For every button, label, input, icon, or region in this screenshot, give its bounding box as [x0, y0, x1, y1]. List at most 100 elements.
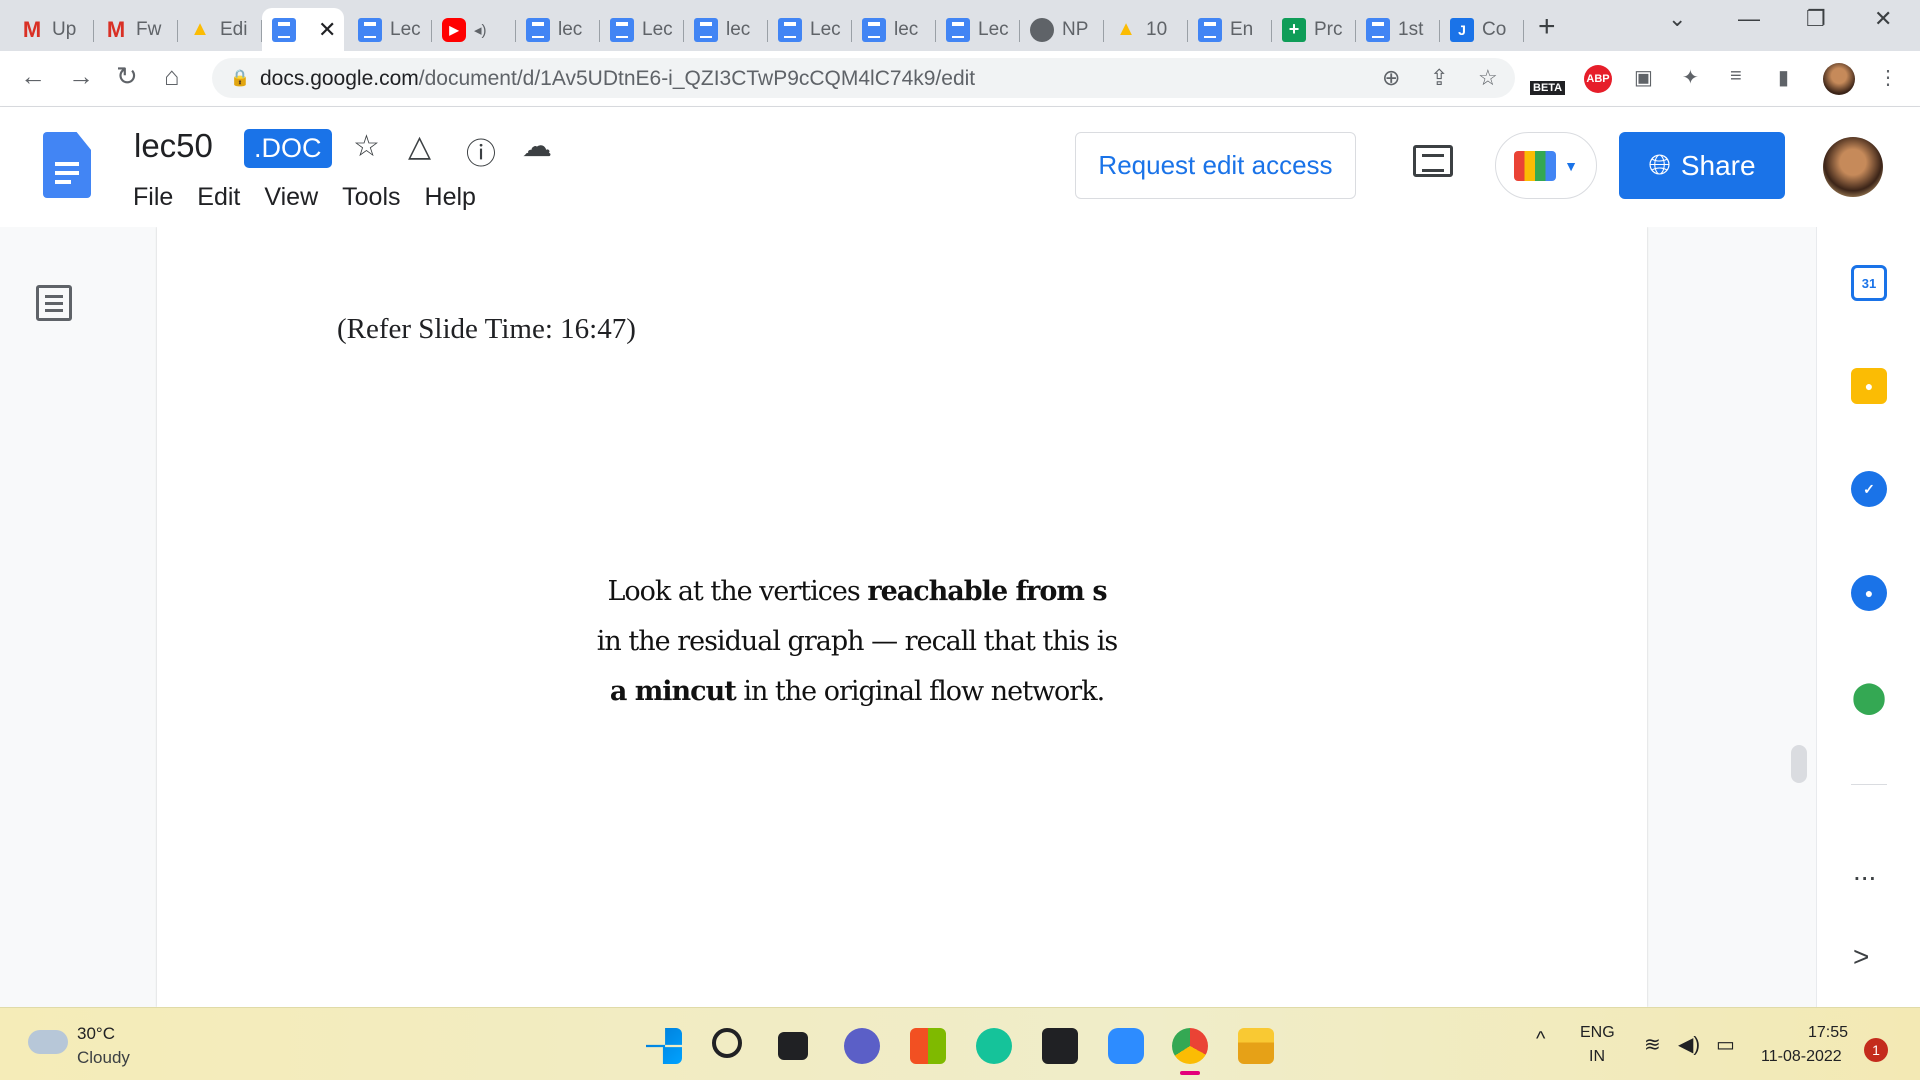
close-tab-icon[interactable]: ✕: [318, 17, 336, 43]
notification-badge[interactable]: 1: [1864, 1038, 1888, 1062]
grammarly-icon[interactable]: [976, 1028, 1012, 1064]
browser-tab[interactable]: NP: [1020, 8, 1104, 51]
menu-tools[interactable]: Tools: [342, 183, 400, 212]
scrollbar-thumb[interactable]: [1791, 745, 1807, 783]
media-control-icon[interactable]: ≡: [1730, 65, 1742, 88]
browser-tab[interactable]: ✕: [262, 8, 344, 51]
star-icon[interactable]: ☆: [353, 129, 380, 164]
slide-text-line: in the residual graph — recall that this…: [547, 617, 1167, 667]
clock-date[interactable]: 11-08-2022: [1761, 1048, 1842, 1066]
google-tasks-icon[interactable]: ✓: [1851, 471, 1887, 507]
new-tab-button[interactable]: +: [1538, 10, 1556, 44]
weather-description[interactable]: Cloudy: [77, 1048, 130, 1068]
document-title[interactable]: lec50: [134, 127, 213, 165]
more-addons-icon[interactable]: ...: [1853, 855, 1876, 887]
menu-help[interactable]: Help: [425, 183, 476, 212]
clock-time[interactable]: 17:55: [1808, 1024, 1848, 1042]
comments-icon[interactable]: [1413, 145, 1453, 177]
expand-panel-icon[interactable]: >: [1853, 941, 1869, 973]
windows-start-icon[interactable]: [646, 1028, 682, 1064]
browser-tab[interactable]: J Co: [1440, 8, 1524, 51]
share-page-icon[interactable]: ⇪: [1430, 65, 1448, 91]
restore-button[interactable]: ❐: [1806, 6, 1826, 32]
browser-tab[interactable]: M Up: [10, 8, 94, 51]
browser-tab[interactable]: ▶ ◂): [432, 8, 516, 51]
minimize-button[interactable]: —: [1738, 6, 1760, 32]
browser-tab[interactable]: Lec: [348, 8, 432, 51]
browser-tab[interactable]: 1st: [1356, 8, 1440, 51]
google-contacts-icon[interactable]: ●: [1851, 575, 1887, 611]
document-outline-icon[interactable]: [36, 285, 72, 321]
teams-chat-icon[interactable]: [844, 1028, 880, 1064]
menu-file[interactable]: File: [133, 183, 173, 212]
browser-tab[interactable]: Lec: [600, 8, 684, 51]
wifi-icon[interactable]: ≋: [1644, 1032, 1661, 1057]
beta-extension-badge[interactable]: BETA: [1530, 81, 1566, 95]
browser-tab[interactable]: lec: [516, 8, 600, 51]
sticky-notes-icon[interactable]: [1042, 1028, 1078, 1064]
weather-temperature[interactable]: 30°C: [77, 1024, 115, 1044]
microsoft-store-icon[interactable]: [910, 1028, 946, 1064]
account-avatar[interactable]: [1823, 137, 1883, 197]
reload-icon[interactable]: ↻: [116, 61, 138, 92]
chevron-down-icon: ▼: [1564, 157, 1578, 174]
cloud-status-icon[interactable]: ☁: [522, 129, 552, 164]
tab-search-icon[interactable]: ⌄: [1668, 6, 1686, 32]
extensions-puzzle-icon[interactable]: ✦: [1682, 65, 1699, 90]
chrome-icon[interactable]: [1172, 1028, 1208, 1064]
show-hidden-icons-icon[interactable]: ^: [1536, 1028, 1545, 1051]
document-info-icon[interactable]: ⓘ: [466, 129, 496, 173]
side-panel-divider: [1851, 784, 1887, 785]
address-bar[interactable]: 🔒 docs.google.com/document/d/1Av5UDtnE6-…: [212, 58, 1515, 98]
screen-capture-extension-icon[interactable]: ▣: [1634, 65, 1653, 90]
google-drive-icon: ▲: [1116, 18, 1136, 40]
file-explorer-icon[interactable]: [1238, 1028, 1274, 1064]
browser-tab[interactable]: + Prc: [1272, 8, 1356, 51]
browser-tab[interactable]: M Fw: [94, 8, 178, 51]
google-keep-icon[interactable]: ●: [1851, 368, 1887, 404]
back-icon[interactable]: ←: [20, 61, 46, 92]
google-docs-logo-icon[interactable]: [43, 132, 91, 198]
home-icon[interactable]: ⌂: [164, 61, 180, 92]
battery-icon[interactable]: ▭: [1716, 1032, 1735, 1057]
slide-text-run: in the original flow network.: [735, 676, 1105, 707]
browser-tab[interactable]: Lec: [936, 8, 1020, 51]
profile-avatar[interactable]: [1823, 63, 1855, 95]
language-indicator-bottom[interactable]: IN: [1589, 1048, 1605, 1066]
tab-separator: [1523, 20, 1524, 42]
url-text[interactable]: docs.google.com/document/d/1Av5UDtnE6-i_…: [260, 67, 975, 91]
tab-title: Up: [52, 18, 77, 40]
browser-tab[interactable]: lec: [852, 8, 936, 51]
browser-tab[interactable]: ▲ Edi: [178, 8, 262, 51]
close-window-button[interactable]: ✕: [1874, 6, 1892, 32]
language-indicator-top[interactable]: ENG: [1580, 1024, 1615, 1042]
share-button[interactable]: 🌐︎ Share: [1619, 132, 1785, 199]
tab-audio-icon[interactable]: ◂): [474, 21, 487, 39]
forward-icon[interactable]: →: [68, 61, 94, 92]
tab-title: lec: [894, 18, 919, 40]
volume-icon[interactable]: ◀): [1678, 1032, 1700, 1057]
meet-button[interactable]: ▼: [1495, 132, 1597, 199]
gmail-icon: M: [22, 16, 42, 42]
adblock-plus-icon[interactable]: ABP: [1584, 65, 1612, 93]
zoom-icon[interactable]: ⊕: [1382, 65, 1400, 91]
menu-view[interactable]: View: [264, 183, 318, 212]
cloud-icon[interactable]: [28, 1030, 68, 1054]
add-to-drive-icon[interactable]: △: [408, 129, 431, 164]
bookmark-star-icon[interactable]: ☆: [1478, 65, 1498, 91]
side-panel-icon[interactable]: ▮: [1778, 65, 1789, 90]
zoom-icon[interactable]: [1108, 1028, 1144, 1064]
search-icon[interactable]: [712, 1028, 742, 1058]
browser-menu-icon[interactable]: ⋮: [1878, 65, 1898, 90]
browser-tab[interactable]: Lec: [768, 8, 852, 51]
tab-title: Lec: [390, 18, 421, 40]
request-edit-access-button[interactable]: Request edit access: [1075, 132, 1356, 199]
menu-edit[interactable]: Edit: [197, 183, 240, 212]
browser-tab[interactable]: lec: [684, 8, 768, 51]
task-view-icon[interactable]: [778, 1032, 808, 1060]
lock-icon[interactable]: 🔒: [230, 68, 250, 88]
browser-tab[interactable]: ▲ 10: [1104, 8, 1188, 51]
google-calendar-icon[interactable]: 31: [1851, 265, 1887, 301]
browser-tab[interactable]: En: [1188, 8, 1272, 51]
google-maps-icon[interactable]: ⬤: [1851, 679, 1887, 715]
